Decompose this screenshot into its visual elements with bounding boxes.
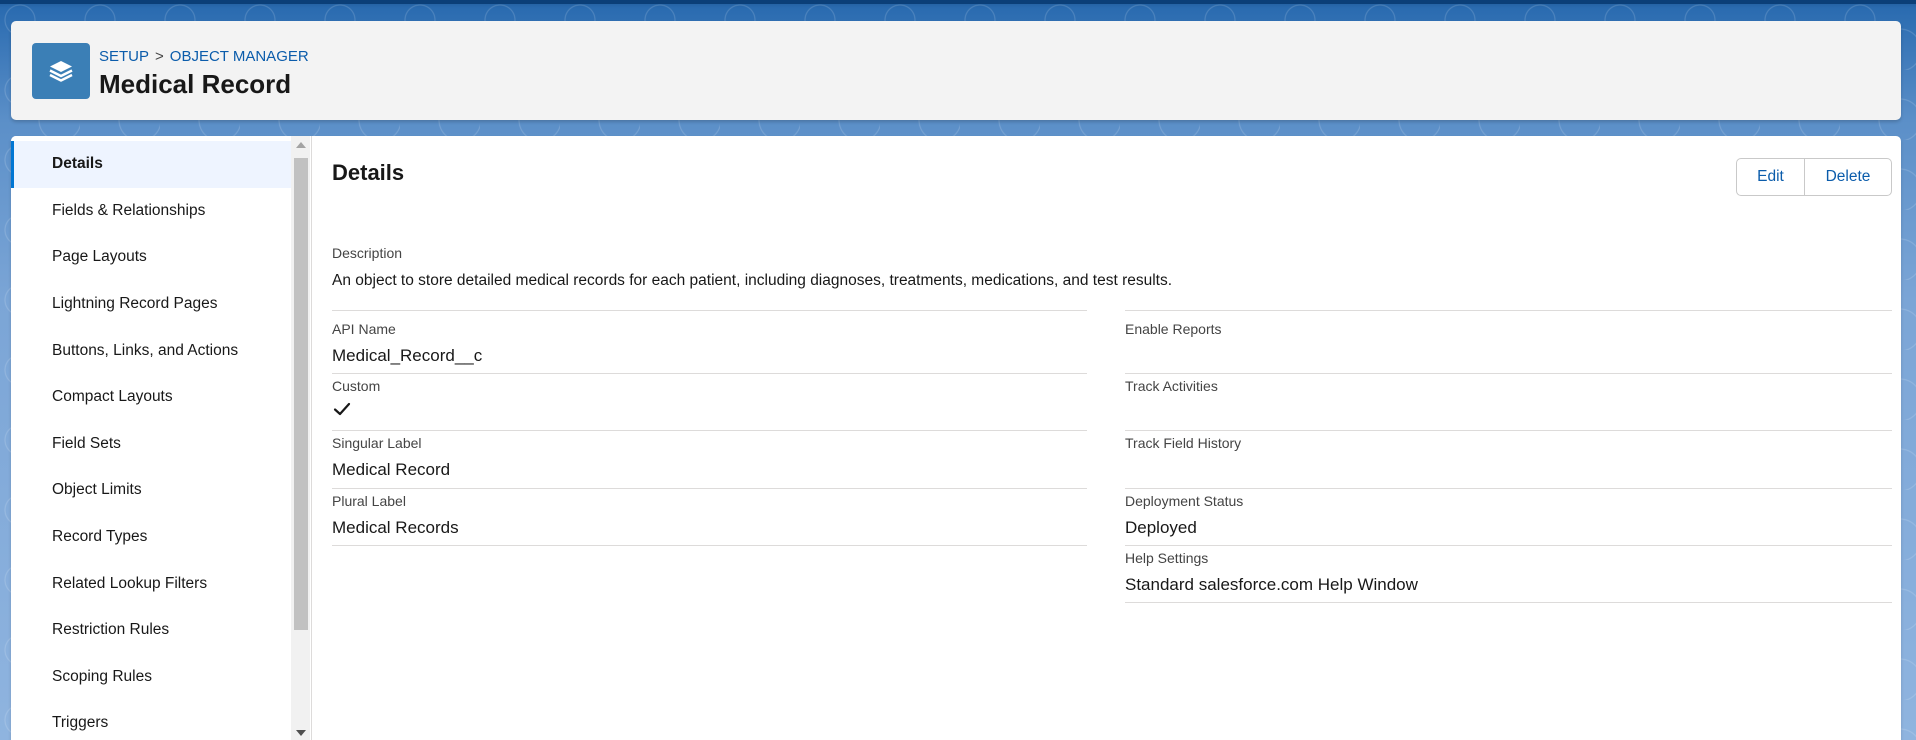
checkmark-icon	[333, 401, 351, 422]
layers-icon	[32, 43, 90, 99]
field-value: Deployed	[1125, 518, 1197, 537]
sidebar-item-details[interactable]: Details	[11, 141, 291, 188]
field-plural-label: Plural Label Medical Records	[332, 489, 1087, 546]
page-title: Medical Record	[99, 69, 292, 99]
sidebar-item-lightning-record-pages[interactable]: Lightning Record Pages	[11, 281, 291, 328]
field-label: Help Settings	[1125, 550, 1209, 566]
field-custom: Custom	[332, 374, 1087, 431]
field-value: Medical Record	[332, 460, 451, 479]
scroll-down-arrow-icon[interactable]	[296, 730, 306, 736]
field-label: Enable Reports	[1125, 321, 1222, 337]
sidebar-scrollbar[interactable]	[291, 136, 310, 740]
field-label: Deployment Status	[1125, 493, 1244, 509]
breadcrumb-setup[interactable]: SETUP	[99, 48, 149, 65]
action-button-group: Edit Delete	[1736, 158, 1892, 196]
sidebar-nav: Details Fields & Relationships Page Layo…	[11, 141, 291, 740]
field-label: Custom	[332, 378, 381, 394]
sidebar-item-restriction-rules[interactable]: Restriction Rules	[11, 607, 291, 654]
field-help-settings: Help Settings Standard salesforce.com He…	[1125, 546, 1892, 603]
sidebar-item-fields-relationships[interactable]: Fields & Relationships	[11, 188, 291, 235]
field-value: Standard salesforce.com Help Window	[1125, 575, 1418, 594]
sidebar-item-related-lookup-filters[interactable]: Related Lookup Filters	[11, 560, 291, 607]
sidebar-item-scoping-rules[interactable]: Scoping Rules	[11, 654, 291, 701]
section-title: Details	[332, 160, 405, 185]
sidebar-item-buttons-links-actions[interactable]: Buttons, Links, and Actions	[11, 327, 291, 374]
breadcrumb-object-manager[interactable]: OBJECT MANAGER	[170, 48, 309, 65]
field-api-name: API Name Medical_Record__c	[332, 317, 1087, 374]
sidebar-item-object-limits[interactable]: Object Limits	[11, 467, 291, 514]
sidebar-item-field-sets[interactable]: Field Sets	[11, 421, 291, 468]
description-value: An object to store detailed medical reco…	[332, 272, 1173, 289]
field-value: Medical_Record__c	[332, 346, 483, 365]
field-label: API Name	[332, 321, 396, 337]
field-label: Singular Label	[332, 435, 422, 451]
delete-button[interactable]: Delete	[1805, 158, 1892, 196]
scroll-up-arrow-icon[interactable]	[296, 142, 306, 148]
edit-button[interactable]: Edit	[1736, 158, 1805, 196]
field-singular-label: Singular Label Medical Record	[332, 431, 1087, 489]
field-deployment-status: Deployment Status Deployed	[1125, 489, 1892, 546]
field-track-field-history: Track Field History	[1125, 431, 1892, 489]
divider	[332, 310, 1087, 311]
field-track-activities: Track Activities	[1125, 374, 1892, 431]
sidebar-item-triggers[interactable]: Triggers	[11, 700, 291, 740]
sidebar: Details Fields & Relationships Page Layo…	[11, 136, 312, 740]
sidebar-item-page-layouts[interactable]: Page Layouts	[11, 234, 291, 281]
field-enable-reports: Enable Reports	[1125, 317, 1892, 374]
divider	[1125, 310, 1892, 311]
details-content: Details Edit Delete Description An objec…	[332, 136, 1892, 740]
breadcrumb: SETUP > OBJECT MANAGER	[99, 48, 309, 65]
page-header: SETUP > OBJECT MANAGER Medical Record	[11, 21, 1901, 120]
field-value: Medical Records	[332, 518, 459, 537]
description-label: Description	[332, 245, 403, 261]
field-label: Track Field History	[1125, 435, 1242, 451]
sidebar-item-compact-layouts[interactable]: Compact Layouts	[11, 374, 291, 421]
scrollbar-thumb[interactable]	[294, 158, 308, 630]
sidebar-item-record-types[interactable]: Record Types	[11, 514, 291, 561]
breadcrumb-separator: >	[155, 48, 164, 65]
main-panel: Details Fields & Relationships Page Layo…	[11, 136, 1901, 740]
field-label: Plural Label	[332, 493, 406, 509]
field-label: Track Activities	[1125, 378, 1218, 394]
